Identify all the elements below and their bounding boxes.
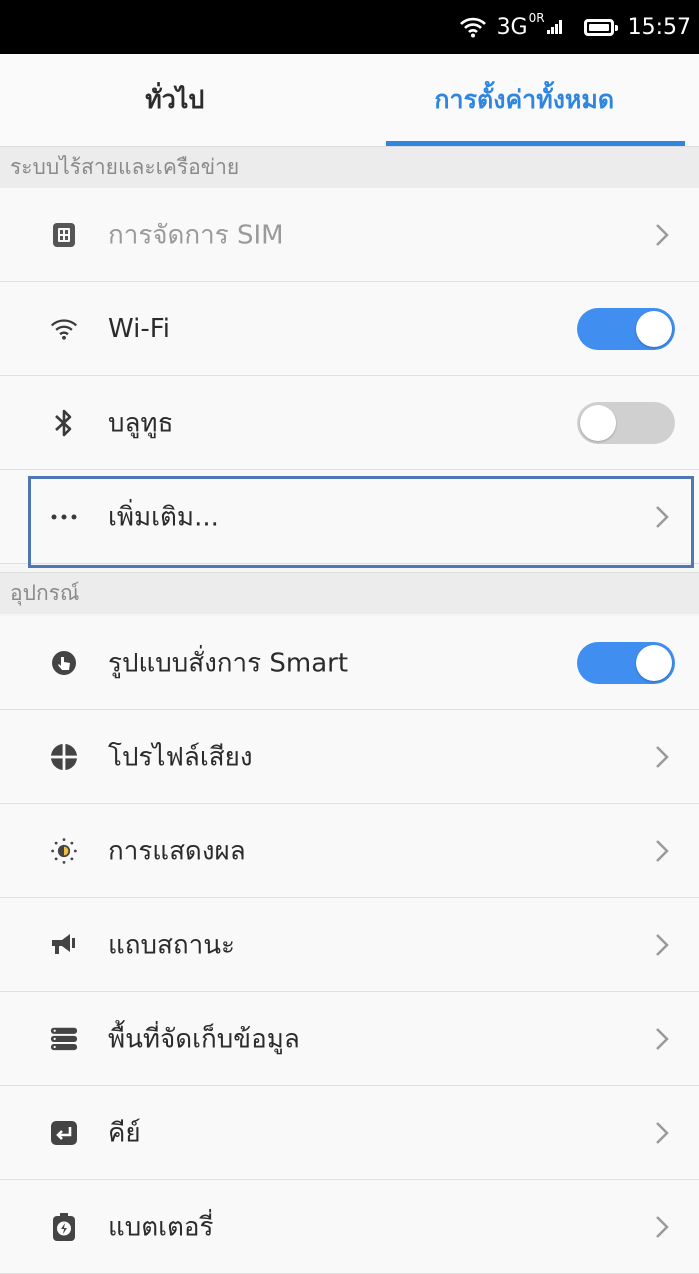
settings-row-display[interactable]: การแสดงผล bbox=[0, 804, 699, 898]
settings-row-label: การแสดงผล bbox=[108, 830, 246, 871]
smart-gesture-icon bbox=[50, 649, 78, 677]
tab-all-settings[interactable]: การตั้งค่าทั้งหมด bbox=[350, 54, 699, 146]
settings-row-label: การจัดการ SIM bbox=[108, 214, 284, 255]
sim-icon bbox=[50, 221, 78, 249]
status-bar: 3G 0R 15:57 bbox=[0, 0, 699, 54]
settings-row-label: บลูทูธ bbox=[108, 402, 173, 443]
settings-row-label: แถบสถานะ bbox=[108, 924, 235, 965]
settings-row-sound-profile[interactable]: โปรไฟล์เสียง bbox=[0, 710, 699, 804]
battery-icon bbox=[584, 19, 614, 36]
settings-row-label: รูปแบบสั่งการ Smart bbox=[108, 642, 348, 683]
chevron-right-icon bbox=[651, 218, 673, 252]
chevron-right-icon bbox=[651, 500, 673, 534]
settings-row-label: พื้นที่จัดเก็บข้อมูล bbox=[108, 1018, 300, 1059]
bluetooth-icon bbox=[50, 409, 78, 437]
section-header-wireless: ระบบไร้สายและเครือข่าย bbox=[0, 146, 699, 188]
settings-row-more[interactable]: เพิ่มเติม... bbox=[0, 470, 699, 564]
more-icon bbox=[50, 503, 78, 531]
settings-tabs: ทั่วไป การตั้งค่าทั้งหมด bbox=[0, 54, 699, 146]
display-brightness-icon bbox=[50, 837, 78, 865]
battery-settings-icon bbox=[50, 1213, 78, 1241]
bluetooth-toggle[interactable] bbox=[577, 402, 675, 444]
chevron-right-icon bbox=[651, 740, 673, 774]
settings-row-label: คีย์ bbox=[108, 1112, 141, 1153]
chevron-right-icon bbox=[651, 1022, 673, 1056]
network-type-text: 3G bbox=[497, 15, 528, 40]
settings-row-label: Wi-Fi bbox=[108, 314, 170, 344]
chevron-right-icon bbox=[651, 1116, 673, 1150]
settings-row-storage[interactable]: พื้นที่จัดเก็บข้อมูล bbox=[0, 992, 699, 1086]
section-header-device: อุปกรณ์ bbox=[0, 572, 699, 614]
chevron-right-icon bbox=[651, 928, 673, 962]
settings-row-bluetooth[interactable]: บลูทูธ bbox=[0, 376, 699, 470]
signal-strength-icon bbox=[547, 20, 562, 34]
network-type-indicator: 3G 0R bbox=[497, 15, 562, 40]
settings-row-battery[interactable]: แบตเตอรี่ bbox=[0, 1180, 699, 1274]
settings-row-sim-management[interactable]: การจัดการ SIM bbox=[0, 188, 699, 282]
settings-row-wifi[interactable]: Wi-Fi bbox=[0, 282, 699, 376]
chevron-right-icon bbox=[651, 1210, 673, 1244]
settings-row-smart-gesture[interactable]: รูปแบบสั่งการ Smart bbox=[0, 616, 699, 710]
settings-row-keys[interactable]: คีย์ bbox=[0, 1086, 699, 1180]
tab-general[interactable]: ทั่วไป bbox=[0, 54, 350, 146]
keys-icon bbox=[50, 1119, 78, 1147]
chevron-right-icon bbox=[651, 834, 673, 868]
storage-icon bbox=[50, 1025, 78, 1053]
wifi-status-icon bbox=[459, 16, 487, 38]
settings-row-label: โปรไฟล์เสียง bbox=[108, 736, 253, 777]
settings-row-status-bar[interactable]: แถบสถานะ bbox=[0, 898, 699, 992]
settings-row-label: แบตเตอรี่ bbox=[108, 1206, 214, 1247]
wifi-icon bbox=[50, 315, 78, 343]
network-badge-text: 0R bbox=[529, 11, 545, 25]
wifi-toggle[interactable] bbox=[577, 308, 675, 350]
clock: 15:57 bbox=[628, 15, 691, 40]
settings-row-label: เพิ่มเติม... bbox=[108, 496, 219, 537]
smart-gesture-toggle[interactable] bbox=[577, 642, 675, 684]
sound-profile-icon bbox=[50, 743, 78, 771]
status-bar-icon bbox=[50, 931, 78, 959]
